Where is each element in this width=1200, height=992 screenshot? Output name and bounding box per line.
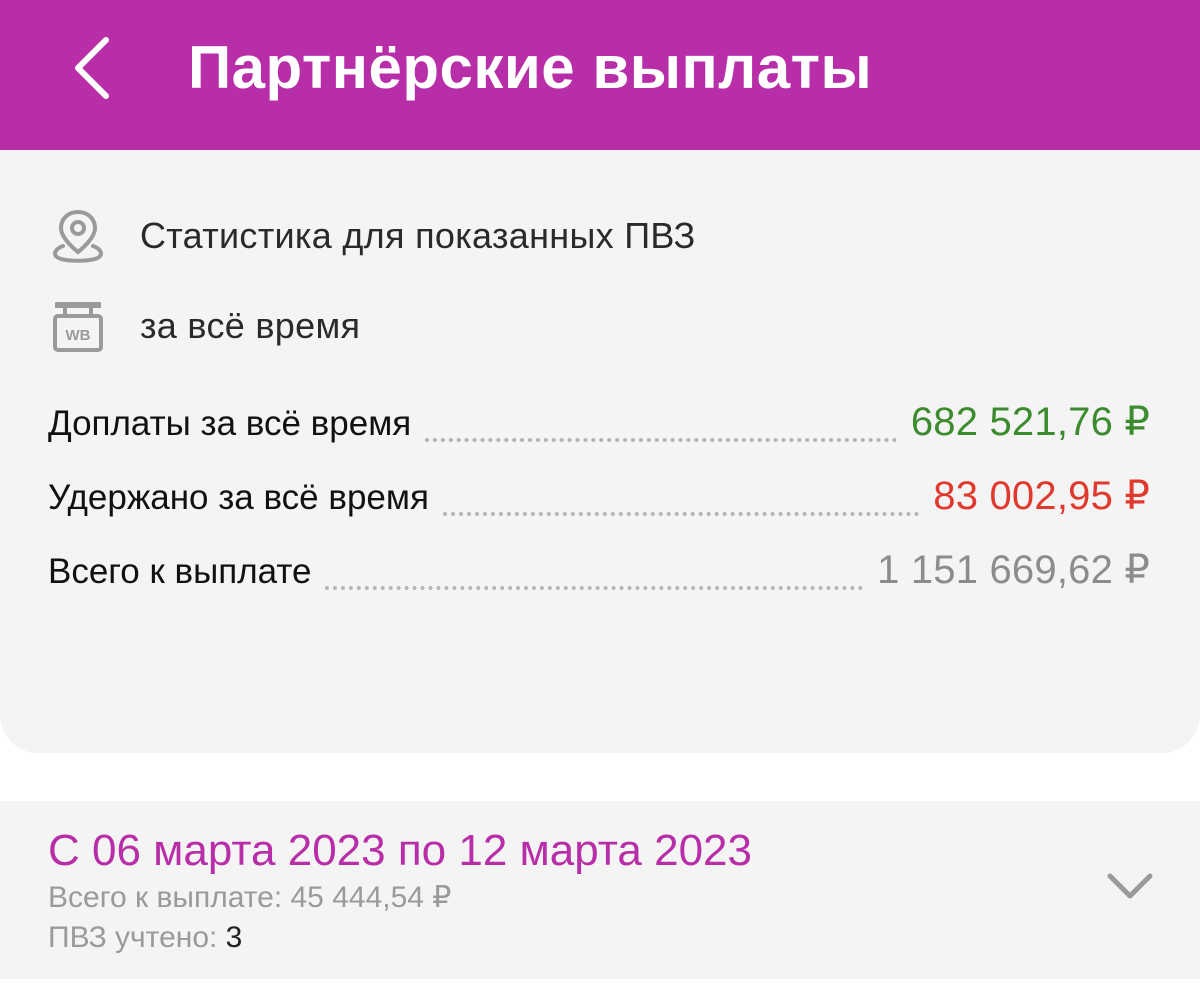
summary-row-extra: Доплаты за всё время 682 521,76 ₽	[48, 394, 1150, 444]
extra-payments-label: Доплаты за всё время	[48, 404, 412, 443]
location-filter-label: Статистика для показанных ПВЗ	[140, 215, 696, 256]
week-period-title: С 06 марта 2023 по 12 марта 2023	[48, 826, 752, 875]
week-pvz-count-value: 3	[225, 921, 243, 954]
period-filter[interactable]: WB за всё время	[48, 296, 360, 356]
leader-dots	[425, 438, 897, 442]
map-pin-icon	[48, 206, 108, 266]
leader-dots	[442, 512, 920, 516]
week-list-item[interactable]: С 06 марта 2023 по 12 марта 2023 Всего к…	[0, 801, 1200, 979]
back-button[interactable]	[60, 28, 130, 108]
withheld-label: Удержано за всё время	[48, 478, 429, 517]
week-pvz-count-label: ПВЗ учтено:	[48, 921, 226, 954]
app-header: Партнёрские выплаты	[0, 0, 1200, 150]
summary-row-total: Всего к выплате 1 151 669,62 ₽	[48, 542, 1150, 592]
week-total-payout: Всего к выплате: 45 444,54 ₽	[48, 881, 452, 914]
withheld-value: 83 002,95 ₽	[933, 474, 1150, 518]
wb-signboard-icon: WB	[48, 296, 108, 356]
total-payout-label: Всего к выплате	[48, 552, 312, 591]
extra-payments-value: 682 521,76 ₽	[910, 400, 1150, 444]
leader-dots	[325, 586, 864, 590]
week-pvz-count: ПВЗ учтено: 3	[48, 921, 242, 955]
location-filter[interactable]: Статистика для показанных ПВЗ	[48, 206, 696, 266]
summary-row-withheld: Удержано за всё время 83 002,95 ₽	[48, 468, 1150, 518]
chevron-down-icon[interactable]	[1104, 866, 1156, 906]
period-filter-label: за всё время	[140, 305, 361, 346]
stats-card: Статистика для показанных ПВЗ WB за всё …	[0, 150, 1200, 753]
total-payout-value: 1 151 669,62 ₽	[877, 548, 1150, 592]
page-title: Партнёрские выплаты	[188, 34, 873, 101]
wb-sign-text: WB	[66, 327, 91, 344]
chevron-left-icon	[75, 37, 109, 99]
